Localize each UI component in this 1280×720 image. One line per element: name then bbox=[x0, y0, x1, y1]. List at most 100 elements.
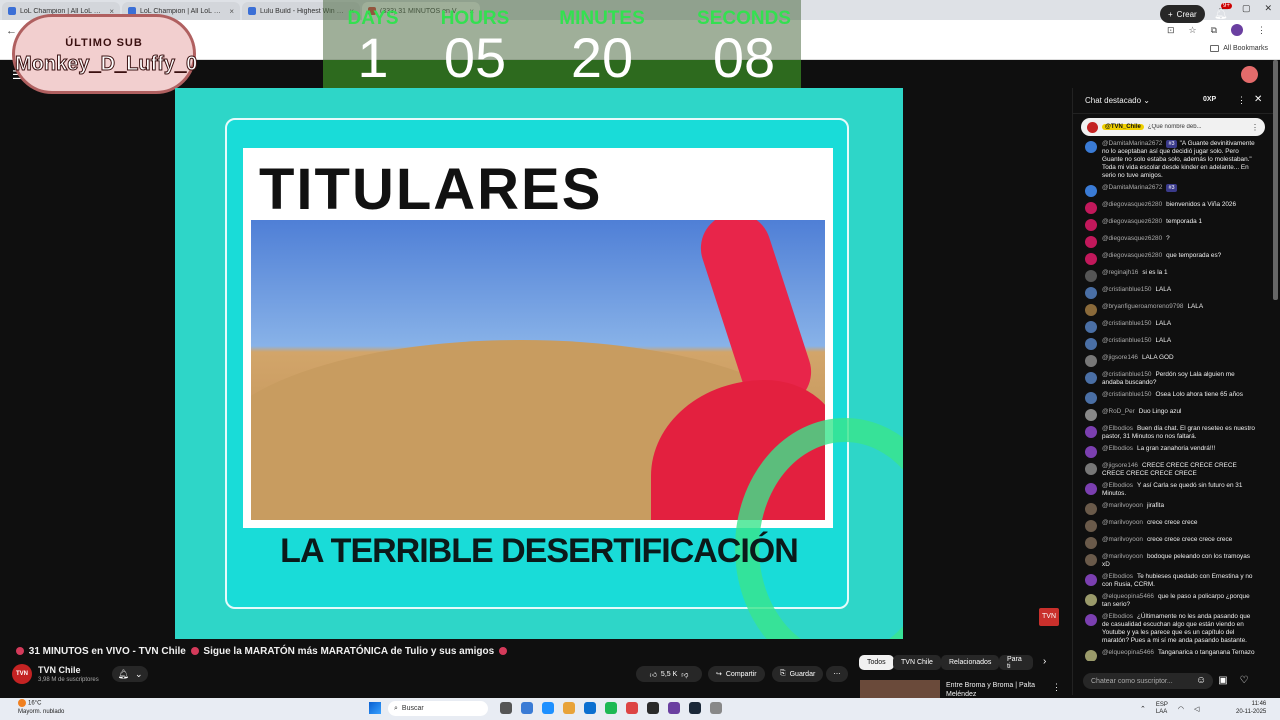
chat-author[interactable]: @jigsore146 bbox=[1102, 354, 1138, 361]
chat-author[interactable]: @marilvoyoon bbox=[1102, 553, 1143, 560]
avatar[interactable] bbox=[1085, 372, 1097, 384]
avatar[interactable] bbox=[1085, 270, 1097, 282]
chat-author[interactable]: @DamitaMarina2672 bbox=[1102, 184, 1162, 191]
chat-author[interactable]: @elqueopina5466 bbox=[1102, 593, 1154, 600]
chat-author[interactable]: @marilvoyoon bbox=[1102, 519, 1143, 526]
filter-chip-tvn-chile[interactable]: TVN Chile bbox=[893, 655, 941, 670]
avatar[interactable] bbox=[1085, 338, 1097, 350]
avatar[interactable] bbox=[1085, 483, 1097, 495]
terminal-icon[interactable] bbox=[647, 702, 659, 714]
explorer-icon[interactable] bbox=[563, 702, 575, 714]
chat-author[interactable]: @RoD_Per bbox=[1102, 408, 1135, 415]
profile-avatar[interactable] bbox=[1231, 24, 1243, 36]
avatar[interactable] bbox=[1085, 594, 1097, 606]
all-bookmarks-button[interactable]: All Bookmarks bbox=[1210, 45, 1268, 52]
chat-author[interactable]: @Elbodios bbox=[1102, 425, 1133, 432]
recommended-title[interactable]: Entre Broma y Broma | Palta Meléndez bbox=[946, 681, 1046, 699]
close-icon[interactable]: ✕ bbox=[1254, 94, 1262, 105]
taskbar-search[interactable]: ⌕ Buscar bbox=[388, 701, 488, 716]
close-window-icon[interactable]: ✕ bbox=[1264, 3, 1272, 14]
wifi-icon[interactable]: ◠ bbox=[1178, 705, 1184, 713]
chat-author[interactable]: @marilvoyoon bbox=[1102, 502, 1143, 509]
avatar[interactable] bbox=[1085, 520, 1097, 532]
chrome-icon[interactable] bbox=[626, 702, 638, 714]
tab-close-icon[interactable]: × bbox=[229, 7, 234, 16]
save-button[interactable]: ⎘ Guardar bbox=[772, 666, 824, 682]
subscription-bell-button[interactable]: 🔔︎ ⌄ bbox=[112, 666, 148, 682]
chevron-up-icon[interactable]: ⌃ bbox=[1140, 705, 1146, 713]
avatar[interactable] bbox=[1085, 141, 1097, 153]
more-actions-button[interactable]: ⋯ bbox=[826, 666, 848, 682]
avatar[interactable] bbox=[1085, 185, 1097, 197]
avatar[interactable] bbox=[1085, 392, 1097, 404]
avatar[interactable] bbox=[1085, 202, 1097, 214]
avatar[interactable] bbox=[1085, 426, 1097, 438]
avatar[interactable] bbox=[1085, 253, 1097, 265]
chat-author[interactable]: @marilvoyoon bbox=[1102, 536, 1143, 543]
chat-author[interactable]: @bryanfigueroamoreno9798 bbox=[1102, 303, 1183, 310]
avatar[interactable] bbox=[1085, 574, 1097, 586]
chat-author[interactable]: @diegovasquez6280 bbox=[1102, 218, 1162, 225]
spotify-icon[interactable] bbox=[605, 702, 617, 714]
avatar[interactable] bbox=[1085, 287, 1097, 299]
avatar[interactable] bbox=[1085, 554, 1097, 566]
chat-author[interactable]: @jigsore146 bbox=[1102, 462, 1138, 469]
chat-author[interactable]: @diegovasquez6280 bbox=[1102, 252, 1162, 259]
chat-author[interactable]: @cristianblue150 bbox=[1102, 371, 1151, 378]
heart-icon[interactable]: ♡ bbox=[1240, 675, 1249, 686]
recommended-thumbnail[interactable] bbox=[860, 680, 940, 700]
steam-icon[interactable] bbox=[689, 702, 701, 714]
edge-icon[interactable] bbox=[542, 702, 554, 714]
settings-icon[interactable] bbox=[710, 702, 722, 714]
widgets-icon[interactable] bbox=[521, 702, 533, 714]
clock[interactable]: 11:46 20-11-2025 bbox=[1236, 700, 1266, 716]
outlook-icon[interactable] bbox=[584, 702, 596, 714]
more-icon[interactable]: ⋮ bbox=[1251, 123, 1259, 132]
bookmark-star-icon[interactable]: ☆ bbox=[1188, 25, 1196, 36]
superchat-icon[interactable]: ▣ bbox=[1218, 675, 1227, 686]
extensions-icon[interactable]: ⧉ bbox=[1211, 25, 1217, 36]
more-icon[interactable]: ⋮ bbox=[1237, 95, 1246, 106]
language-indicator[interactable]: ESP LAA bbox=[1156, 702, 1168, 716]
channel-avatar[interactable]: TVN bbox=[12, 664, 32, 684]
chat-author[interactable]: @DamitaMarina2672 bbox=[1102, 140, 1162, 147]
chat-author[interactable]: @cristianblue150 bbox=[1102, 320, 1151, 327]
like-dislike-button[interactable]: 👍︎ 5,5 K 👎︎ bbox=[636, 666, 702, 682]
avatar[interactable] bbox=[1085, 650, 1097, 661]
chat-author[interactable]: @Elbodios bbox=[1102, 445, 1133, 452]
user-avatar[interactable] bbox=[1241, 66, 1258, 83]
discord-icon[interactable] bbox=[668, 702, 680, 714]
volume-icon[interactable]: ◁ bbox=[1194, 705, 1199, 713]
chat-author[interactable]: @Elbodios bbox=[1102, 613, 1133, 620]
avatar[interactable] bbox=[1085, 409, 1097, 421]
avatar[interactable] bbox=[1085, 446, 1097, 458]
avatar[interactable] bbox=[1085, 219, 1097, 231]
chat-author[interactable]: @cristianblue150 bbox=[1102, 391, 1151, 398]
avatar[interactable] bbox=[1085, 355, 1097, 367]
chat-author[interactable]: @diegovasquez6280 bbox=[1102, 235, 1162, 242]
filter-chip-para-ti[interactable]: Para ti bbox=[999, 655, 1033, 670]
task-view-icon[interactable] bbox=[500, 702, 512, 714]
maximize-icon[interactable]: ▢ bbox=[1242, 3, 1251, 14]
avatar[interactable] bbox=[1085, 537, 1097, 549]
chat-input[interactable]: Chatear como suscriptor... bbox=[1083, 673, 1213, 689]
avatar[interactable] bbox=[1085, 614, 1097, 626]
channel-name[interactable]: TVN Chile bbox=[38, 665, 81, 675]
create-button[interactable]: + Crear bbox=[1160, 5, 1205, 23]
browser-menu-icon[interactable]: ⋮ bbox=[1257, 25, 1266, 36]
share-button[interactable]: ↪ Compartir bbox=[708, 666, 765, 682]
filter-chip-todos[interactable]: Todos bbox=[859, 655, 894, 670]
more-icon[interactable]: ⋮ bbox=[1052, 682, 1061, 693]
emoji-icon[interactable]: ☺ bbox=[1196, 675, 1206, 686]
chat-author[interactable]: @elqueopina5466 bbox=[1102, 649, 1154, 656]
chat-author[interactable]: @reginajh16 bbox=[1102, 269, 1138, 276]
avatar[interactable] bbox=[1085, 321, 1097, 333]
avatar[interactable] bbox=[1085, 236, 1097, 248]
chat-author[interactable]: @cristianblue150 bbox=[1102, 337, 1151, 344]
weather-widget[interactable]: 16°C Mayorm. nublado bbox=[18, 699, 64, 716]
scrollbar[interactable] bbox=[1273, 60, 1278, 300]
chat-xp[interactable]: 0XP bbox=[1203, 96, 1216, 103]
chat-author[interactable]: @diegovasquez6280 bbox=[1102, 201, 1162, 208]
avatar[interactable] bbox=[1085, 503, 1097, 515]
avatar[interactable] bbox=[1085, 304, 1097, 316]
